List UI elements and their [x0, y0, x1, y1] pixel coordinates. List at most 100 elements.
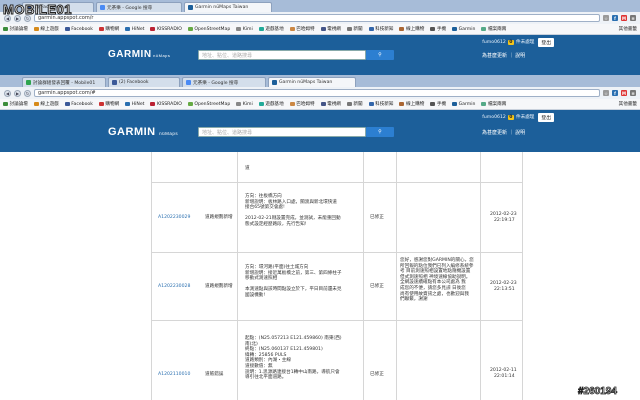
logout-button[interactable]: 登出	[538, 112, 554, 122]
other-bookmarks[interactable]: 其他書籤	[619, 101, 637, 107]
bookmark-icon	[187, 27, 193, 31]
bookmark-icon	[64, 102, 70, 106]
bookmark-item[interactable]: Garmin	[452, 102, 475, 107]
extension-icon[interactable]: f	[612, 90, 618, 96]
report-type: 道路規劃新增	[205, 284, 233, 289]
bookmark-icon	[368, 102, 374, 106]
star-icon[interactable]: ☆	[603, 15, 609, 21]
bookmark-item[interactable]: OpenStreetMap	[187, 102, 230, 107]
bookmark-item[interactable]: Facebook	[64, 102, 93, 107]
bookmark-item[interactable]: 購物網	[98, 101, 119, 107]
search-icon: ⚲	[378, 129, 382, 135]
back-search-button[interactable]: ⚲	[366, 50, 394, 60]
tab-garmin[interactable]: Garmin nüMaps Taiwan	[268, 77, 356, 87]
table-cell-fragment: 道	[245, 166, 250, 171]
reload-icon[interactable]: ↻	[24, 89, 31, 97]
bookmark-icon	[399, 102, 405, 106]
bookmark-item[interactable]: 電視網	[320, 26, 341, 32]
bookmark-item[interactable]: 線上購物	[399, 26, 424, 32]
post-id-watermark: #260194	[578, 386, 618, 398]
bookmark-item[interactable]: 遊戲基地	[258, 26, 284, 32]
bookmark-item[interactable]: 檔案兩兩	[481, 26, 506, 32]
report-id-link[interactable]: A1202110010	[158, 372, 190, 378]
star-icon[interactable]: ☆	[603, 90, 609, 96]
bookmark-icon	[346, 102, 352, 106]
wrench-icon[interactable]: ≡	[630, 15, 636, 21]
bookmark-icon	[346, 27, 352, 31]
bookmark-icon	[430, 27, 436, 31]
bookmark-item[interactable]: 科技新知	[368, 101, 393, 107]
header-links[interactable]: 為甚麼更新 ｜ 說明	[482, 129, 525, 136]
bookmark-icon	[452, 102, 458, 106]
report-description: 起點：(N25.057213 E121.459860) 南東(西) 南(北) 終點：…	[245, 336, 365, 381]
notice-link[interactable]: 件未處理	[516, 114, 534, 120]
bookmark-item[interactable]: 線上遊戲	[33, 101, 59, 107]
text-line: 您好，感謝您對GARMIN的關心，您	[400, 258, 474, 263]
bookmark-item[interactable]: 電視網	[320, 101, 341, 107]
bookmark-item[interactable]: 科技新知	[368, 26, 393, 32]
url-field[interactable]: garmin.appspot.com/#	[34, 89, 600, 97]
mobile01-icon	[26, 80, 31, 85]
back-search-input[interactable]: 地址、點位、道路搜尋	[198, 50, 366, 60]
bookmark-item[interactable]: 巴哈姆特	[289, 101, 315, 107]
bookmark-item[interactable]: 新聞	[346, 101, 363, 107]
bookmark-item[interactable]: KISSRADIO	[150, 102, 182, 107]
bookmark-item[interactable]: 手機	[430, 101, 446, 107]
bookmark-icon	[430, 102, 436, 106]
bookmark-item[interactable]: 巴哈姆特	[289, 26, 315, 32]
bookmark-item[interactable]: 檔案兩兩	[481, 101, 506, 107]
bookmark-item[interactable]: Garmin	[452, 27, 475, 32]
forward-arrow-icon[interactable]: ▶	[14, 89, 21, 97]
wrench-icon[interactable]: ≡	[630, 90, 636, 96]
extension-icon[interactable]: f	[612, 15, 618, 21]
back-header-links[interactable]: 為甚麼更新 ｜ 說明	[482, 52, 525, 59]
bookmark-item[interactable]: 討論論壇	[3, 26, 28, 32]
bookmark-item[interactable]: HiNet	[125, 27, 144, 32]
report-id-link[interactable]: A1202230028	[158, 284, 190, 290]
report-date: 2012-02-23	[490, 212, 517, 217]
bookmark-item[interactable]: Kimi	[236, 27, 253, 32]
back-tab-strip: (2) Facebook 元茶樂 - Google 搜尋 Garmin nüMa…	[0, 0, 640, 12]
search-input[interactable]: 地址、點位、道路搜尋	[198, 127, 366, 137]
bookmark-item[interactable]: 線上購物	[399, 101, 424, 107]
text-line: 考 目前測速照相設置地點隨機設置	[400, 269, 471, 275]
report-time: 22:01:14	[494, 374, 515, 379]
back-tab-garmin[interactable]: Garmin nüMaps Taiwan	[184, 2, 272, 12]
extension-icon[interactable]: M	[621, 90, 627, 96]
back-arrow-icon[interactable]: ◀	[4, 89, 11, 97]
front-tab-strip: 討論群組發表回覆 - Mobile01 (2) Facebook 元茶樂 - G…	[0, 75, 640, 87]
username-link[interactable]: fumo0612	[482, 115, 506, 120]
front-window: 討論群組發表回覆 - Mobile01 (2) Facebook 元茶樂 - G…	[0, 75, 640, 400]
search-button[interactable]: ⚲	[366, 127, 394, 137]
tab-mobile01[interactable]: 討論群組發表回覆 - Mobile01	[22, 77, 106, 87]
bookmark-item[interactable]: 遊戲基地	[258, 101, 284, 107]
extension-icon[interactable]: M	[621, 15, 627, 21]
bookmark-item[interactable]: 新聞	[346, 26, 363, 32]
tab-facebook[interactable]: (2) Facebook	[108, 77, 180, 87]
back-tab-google[interactable]: 元茶樂 - Google 搜尋	[96, 2, 182, 12]
back-window: (2) Facebook 元茶樂 - Google 搜尋 Garmin nüMa…	[0, 0, 640, 75]
bookmark-icon	[98, 27, 104, 31]
bookmark-item[interactable]: Facebook	[64, 27, 93, 32]
bookmark-item[interactable]: HiNet	[125, 102, 144, 107]
table-divider	[480, 152, 481, 400]
bookmark-icon	[150, 102, 156, 106]
bookmark-item[interactable]: 線上遊戲	[33, 26, 59, 32]
back-logout-button[interactable]: 登出	[538, 37, 554, 47]
bookmark-item[interactable]: 購物網	[98, 26, 119, 32]
back-address-bar: ◀ ▶ ↻ garmin.appspot.com/r ☆ f M ≡	[0, 12, 640, 24]
other-bookmarks[interactable]: 其他書籤	[619, 26, 637, 32]
report-id-link[interactable]: A1202230029	[158, 215, 190, 221]
bookmark-item[interactable]: KISSRADIO	[150, 27, 182, 32]
bookmark-icon	[320, 27, 326, 31]
tab-google[interactable]: 元茶樂 - Google 搜尋	[182, 77, 266, 87]
report-status: 已修正	[370, 215, 384, 220]
text-line: 們聯繫，謝謝	[400, 297, 428, 303]
bookmark-item[interactable]: 討論論壇	[3, 101, 28, 107]
report-date: 2012-02-23	[490, 281, 517, 286]
bookmark-item[interactable]: Kimi	[236, 102, 253, 107]
bookmark-item[interactable]: OpenStreetMap	[187, 27, 230, 32]
back-url-field[interactable]: garmin.appspot.com/r	[34, 14, 600, 22]
bookmark-item[interactable]: 手機	[430, 26, 446, 32]
bookmark-icon	[98, 102, 104, 106]
